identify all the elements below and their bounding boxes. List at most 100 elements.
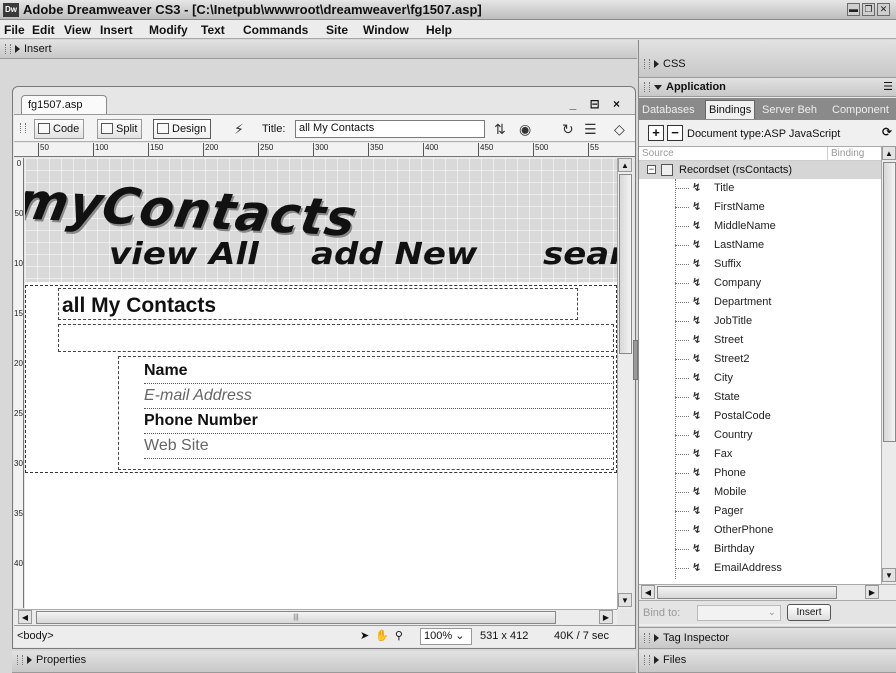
menu-text[interactable]: Text bbox=[201, 23, 225, 37]
nav-add-new[interactable]: add New bbox=[311, 236, 477, 272]
refresh-icon[interactable]: ⟳ bbox=[882, 125, 892, 139]
status-tools[interactable]: ➤✋⚲ bbox=[360, 626, 409, 646]
grip-icon[interactable] bbox=[644, 82, 650, 93]
scroll-thumb[interactable] bbox=[619, 174, 632, 354]
grip-icon[interactable] bbox=[20, 123, 26, 133]
bindings-tree[interactable]: − Recordset (rsContacts) ↯ Title ↯ FirstNa… bbox=[639, 161, 881, 584]
field-node[interactable]: ↯ Street2 bbox=[675, 350, 875, 369]
empty-row[interactable] bbox=[58, 324, 614, 352]
email-field[interactable]: E-mail Address bbox=[144, 385, 614, 409]
insert-button[interactable]: Insert bbox=[787, 604, 831, 621]
phone-field[interactable]: Phone Number bbox=[144, 410, 614, 434]
column-source[interactable]: Source bbox=[642, 147, 674, 161]
field-node[interactable]: ↯ MiddleName bbox=[675, 217, 875, 236]
css-panel-bar[interactable]: CSS bbox=[639, 40, 896, 78]
visual-aids-icon[interactable]: ◇ bbox=[614, 121, 625, 138]
select-tool-icon[interactable]: ➤ bbox=[360, 630, 375, 642]
field-node[interactable]: ↯ Suffix bbox=[675, 255, 875, 274]
field-node[interactable]: ↯ JobTitle bbox=[675, 312, 875, 331]
menu-window[interactable]: Window bbox=[363, 23, 409, 37]
remove-binding-button[interactable]: − bbox=[667, 125, 683, 141]
tab-bindings[interactable]: Bindings bbox=[705, 100, 756, 119]
live-data-icon[interactable]: ⚡ bbox=[234, 121, 244, 138]
field-node[interactable]: ↯ Mobile bbox=[675, 483, 875, 502]
scroll-down-icon[interactable]: ▼ bbox=[618, 593, 632, 607]
field-node[interactable]: ↯ Country bbox=[675, 426, 875, 445]
column-binding[interactable]: Binding bbox=[827, 147, 864, 161]
tab-databases[interactable]: Databases bbox=[639, 101, 698, 120]
tag-inspector-panel-bar[interactable]: Tag Inspector bbox=[639, 627, 896, 649]
window-size-select[interactable]: 531 x 412 bbox=[480, 626, 528, 646]
scroll-right-icon[interactable]: ▶ bbox=[865, 585, 879, 599]
view-options-icon[interactable]: ☰ bbox=[584, 121, 597, 138]
collapse-node-icon[interactable]: − bbox=[647, 165, 656, 174]
field-node[interactable]: ↯ FirstName bbox=[675, 198, 875, 217]
recordset-node[interactable]: − Recordset (rsContacts) bbox=[639, 161, 881, 179]
field-node[interactable]: ↯ Title bbox=[675, 179, 875, 198]
scroll-left-icon[interactable]: ◀ bbox=[641, 585, 655, 599]
field-node[interactable]: ↯ State bbox=[675, 388, 875, 407]
panel-options-icon[interactable]: ☰ bbox=[883, 78, 893, 96]
scroll-up-icon[interactable]: ▲ bbox=[882, 146, 896, 160]
tab-server-behaviors[interactable]: Server Beh bbox=[759, 101, 820, 120]
files-panel-bar[interactable]: Files bbox=[639, 650, 896, 673]
name-field[interactable]: Name bbox=[144, 360, 614, 384]
design-view-button[interactable]: Design bbox=[153, 119, 212, 139]
field-node[interactable]: ↯ Department bbox=[675, 293, 875, 312]
menu-view[interactable]: View bbox=[64, 23, 91, 37]
preview-browser-icon[interactable]: ◉ bbox=[519, 121, 531, 138]
bindings-horizontal-scrollbar[interactable]: ◀ ▶ bbox=[639, 584, 896, 600]
grip-icon[interactable] bbox=[644, 633, 650, 644]
grip-icon[interactable] bbox=[17, 655, 23, 666]
menu-help[interactable]: Help bbox=[426, 23, 452, 37]
field-node[interactable]: ↯ Pager bbox=[675, 502, 875, 521]
close-icon[interactable]: ✕ bbox=[877, 3, 890, 16]
field-node[interactable]: ↯ LastName bbox=[675, 236, 875, 255]
tab-components[interactable]: Component bbox=[829, 101, 892, 120]
refresh-icon[interactable]: ↻ bbox=[562, 121, 574, 138]
menu-commands[interactable]: Commands bbox=[243, 23, 308, 37]
design-canvas[interactable]: myContacts view All add New searc all My… bbox=[25, 158, 617, 609]
heading-cell[interactable] bbox=[58, 288, 578, 320]
field-node[interactable]: ↯ OtherPhone bbox=[675, 521, 875, 540]
tag-selector[interactable]: <body> bbox=[17, 626, 54, 646]
minimize-icon[interactable]: ▬ bbox=[847, 3, 860, 16]
restore-icon[interactable]: ❐ bbox=[862, 3, 875, 16]
field-node[interactable]: ↯ Birthday bbox=[675, 540, 875, 559]
grip-icon[interactable] bbox=[644, 59, 650, 70]
field-node[interactable]: ↯ Phone bbox=[675, 464, 875, 483]
menu-site[interactable]: Site bbox=[326, 23, 348, 37]
scroll-thumb[interactable] bbox=[883, 162, 896, 442]
scroll-right-icon[interactable]: ▶ bbox=[599, 610, 613, 624]
zoom-tool-icon[interactable]: ⚲ bbox=[395, 630, 409, 642]
content-table[interactable]: all My Contacts Name E-mail Address Phon… bbox=[25, 285, 617, 473]
scroll-down-icon[interactable]: ▼ bbox=[882, 568, 896, 582]
nav-search[interactable]: searc bbox=[543, 236, 617, 272]
field-node[interactable]: ↯ EmailAddress bbox=[675, 559, 875, 578]
document-tab[interactable]: fg1507.asp bbox=[21, 95, 107, 115]
scroll-thumb[interactable]: ||| bbox=[36, 611, 556, 624]
split-view-button[interactable]: Split bbox=[97, 119, 143, 139]
nav-view-all[interactable]: view All bbox=[109, 236, 259, 272]
insert-panel-bar[interactable]: Insert bbox=[0, 40, 637, 59]
field-node[interactable]: ↯ Company bbox=[675, 274, 875, 293]
menu-file[interactable]: File bbox=[4, 23, 25, 37]
application-panel-bar[interactable]: Application ☰ bbox=[639, 78, 896, 97]
hand-tool-icon[interactable]: ✋ bbox=[375, 630, 395, 642]
menu-modify[interactable]: Modify bbox=[149, 23, 188, 37]
website-field[interactable]: Web Site bbox=[144, 435, 614, 459]
menu-edit[interactable]: Edit bbox=[32, 23, 55, 37]
scroll-thumb[interactable] bbox=[657, 586, 837, 599]
canvas-vertical-scrollbar[interactable]: ▲ ▼ bbox=[617, 158, 633, 609]
grip-icon[interactable] bbox=[644, 655, 650, 666]
page-title-input[interactable]: all My Contacts bbox=[295, 120, 485, 138]
scroll-up-icon[interactable]: ▲ bbox=[618, 158, 632, 172]
document-window-controls[interactable]: _ ⊟ × bbox=[570, 97, 625, 111]
add-binding-button[interactable]: + bbox=[648, 125, 664, 141]
scroll-left-icon[interactable]: ◀ bbox=[18, 610, 32, 624]
file-management-icon[interactable]: ⇅ bbox=[494, 121, 506, 138]
menu-insert[interactable]: Insert bbox=[100, 23, 133, 37]
properties-panel-bar[interactable]: Properties bbox=[12, 651, 636, 673]
field-node[interactable]: ↯ Street bbox=[675, 331, 875, 350]
canvas-horizontal-scrollbar[interactable]: ◀ ||| ▶ bbox=[14, 609, 617, 625]
